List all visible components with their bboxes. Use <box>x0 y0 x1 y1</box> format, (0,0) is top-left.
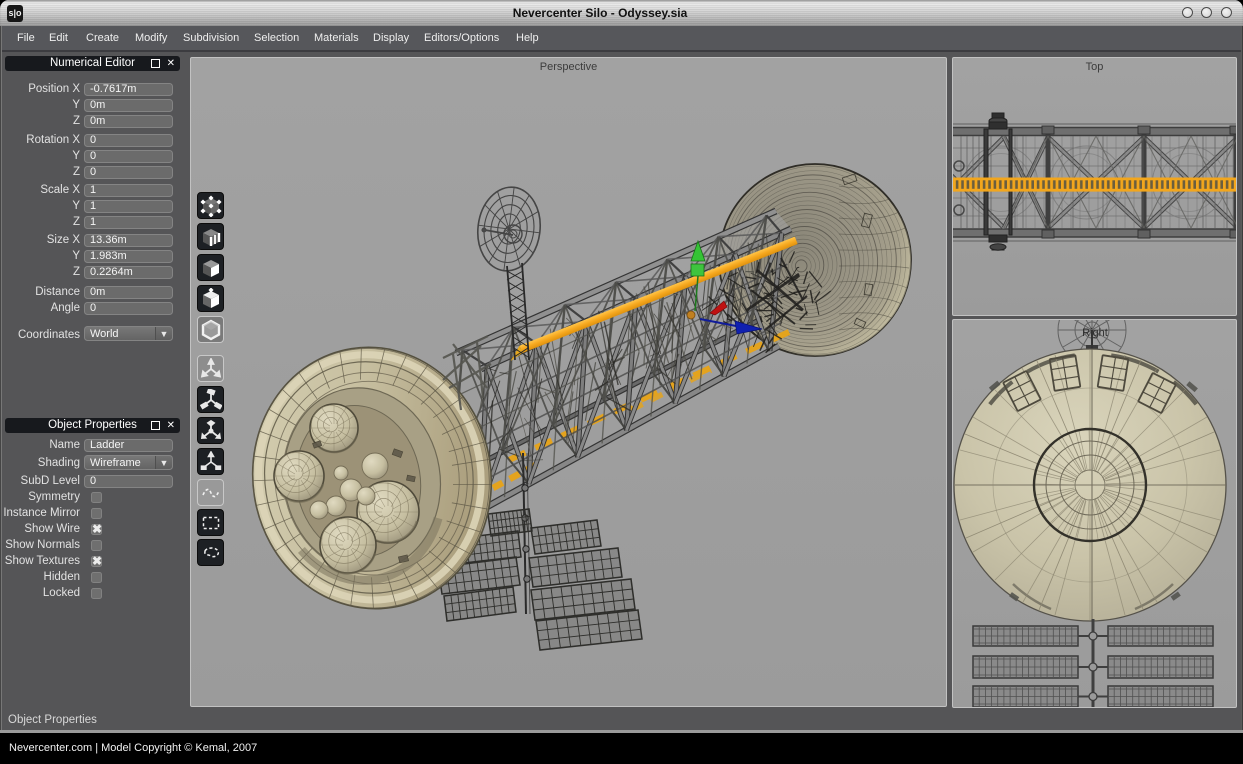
svg-text:Right: Right <box>1082 327 1108 339</box>
